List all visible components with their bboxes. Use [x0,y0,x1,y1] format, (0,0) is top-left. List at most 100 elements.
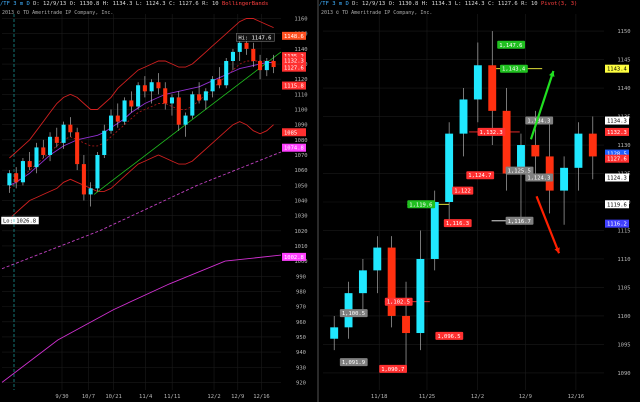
axis-price-tag-text: 1115.8 [284,84,304,90]
x-tick-label: 12/16 [253,394,270,400]
candle-up [34,147,39,168]
candle-down [81,164,86,195]
pivot-label-text: 1,132.3 [480,130,503,136]
y-tick-label: 1090 [617,371,630,377]
candle-down [41,147,46,155]
x-tick-label: 12/2 [471,394,484,400]
candle-up [459,99,468,134]
x-tick-label: 12/2 [207,394,220,400]
candle-up [149,82,154,92]
candle-up [237,42,242,52]
chart-panel-right[interactable]: /TF 3 m D D: 12/9/13 O: 1130.8 H: 1134.3… [319,0,640,402]
y-tick-label: 1105 [617,285,630,291]
y-tick-label: 980 [296,289,306,295]
x-tick-label: 10/21 [105,394,122,400]
y-tick-label: 970 [296,305,306,311]
y-tick-label: 990 [296,274,306,280]
y-tick-label: 1010 [294,244,307,250]
y-tick-label: 1100 [294,108,307,114]
y-tick-label: 1040 [294,198,307,204]
axis-price-tag-text: 1085 [284,130,297,136]
candle-up [358,270,367,294]
axis-price-tag-text: 1002.8 [284,255,304,261]
y-tick-label: 1140 [294,47,307,53]
axis-price-tag-text: 1074.8 [284,146,304,152]
pivot-label-text: 1,124.3 [527,176,550,182]
y-tick-label: 1115 [617,228,630,234]
candle-up [102,130,107,155]
price-label-text: Lo: 1026.8 [3,218,36,224]
candle-down [488,65,497,111]
candle-down [142,85,147,92]
y-tick-label: 1020 [294,229,307,235]
candle-up [203,91,208,101]
pivot-label-text: 1,100.5 [342,311,365,317]
chart-canvas-left[interactable]: 9209309409509609709809901000101010201030… [0,0,317,402]
candle-down [244,42,249,49]
candle-up [20,161,25,183]
y-tick-label: 920 [296,380,306,386]
y-tick-label: 1030 [294,214,307,220]
candle-up [330,327,339,339]
y-tick-label: 1090 [294,123,307,129]
ma-long-line [1,254,282,383]
y-tick-label: 1130 [617,143,630,149]
candle-up [190,94,195,116]
pivot-label-text: 1,091.9 [342,360,365,366]
candle-up [183,115,188,125]
y-tick-label: 1050 [294,183,307,189]
candle-up [473,65,482,100]
candle-down [502,110,511,174]
x-tick-label: 12/16 [568,394,585,400]
x-tick-label: 11/25 [419,394,436,400]
axis-price-tag-text: 1148.6 [284,34,304,40]
trend-arrow [529,70,555,140]
candle-down [251,48,256,61]
chart-canvas-right[interactable]: 1090109511001105111011151120112511301135… [319,0,640,402]
x-tick-label: 12/9 [519,394,532,400]
pivot-label-text: 1,102.5 [387,300,410,306]
y-tick-label: 1160 [294,17,307,23]
candle-up [48,136,53,155]
candle-up [373,247,382,271]
candle-up [430,202,439,259]
candle-down [163,88,168,104]
pivot-label-text: 1,143.4 [502,67,526,73]
candle-down [14,173,19,183]
pivot-label-text: 1,116.7 [508,219,531,225]
candle-down [129,100,134,107]
y-tick-label: 1095 [617,342,630,348]
axis-price-tag-text: 1127.6 [284,66,304,72]
axis-price-tag-text: 1116.2 [607,222,627,228]
candle-down [27,161,32,168]
candle-up [169,97,175,104]
y-tick-label: 1140 [617,86,630,92]
x-tick-label: 11/4 [139,394,153,400]
y-tick-label: 1110 [294,92,307,98]
candle-up [230,51,235,61]
candle-up [108,115,114,131]
chart-panel-left[interactable]: /TF 3 m D D: 12/9/13 O: 1130.8 H: 1134.3… [0,0,317,402]
candle-up [95,155,100,189]
candle-up [445,133,454,202]
candle-down [54,136,59,143]
pivot-label-text: 1,090.7 [381,367,404,373]
axis-price-tag-text: 1124.3 [607,176,627,182]
pivot-label-text: 1,119.6 [409,202,432,208]
candle-up [88,188,93,195]
pivot-label-text: 1,096.5 [437,334,460,340]
candle-up [264,61,269,71]
candle-down [271,61,276,68]
candle-up [7,173,12,186]
x-tick-label: 12/9 [231,394,244,400]
pivot-label-text: 1,134.3 [527,119,550,125]
y-tick-label: 960 [296,320,306,326]
candle-down [402,315,410,334]
pivot-label-text: 1,147.6 [499,43,522,49]
x-tick-label: 11/11 [164,394,181,400]
candle-down [176,97,181,125]
candle-up [122,100,127,122]
candle-up [560,167,569,191]
candle-down [258,61,263,71]
axis-price-tag-text: 1132.3 [284,59,304,65]
